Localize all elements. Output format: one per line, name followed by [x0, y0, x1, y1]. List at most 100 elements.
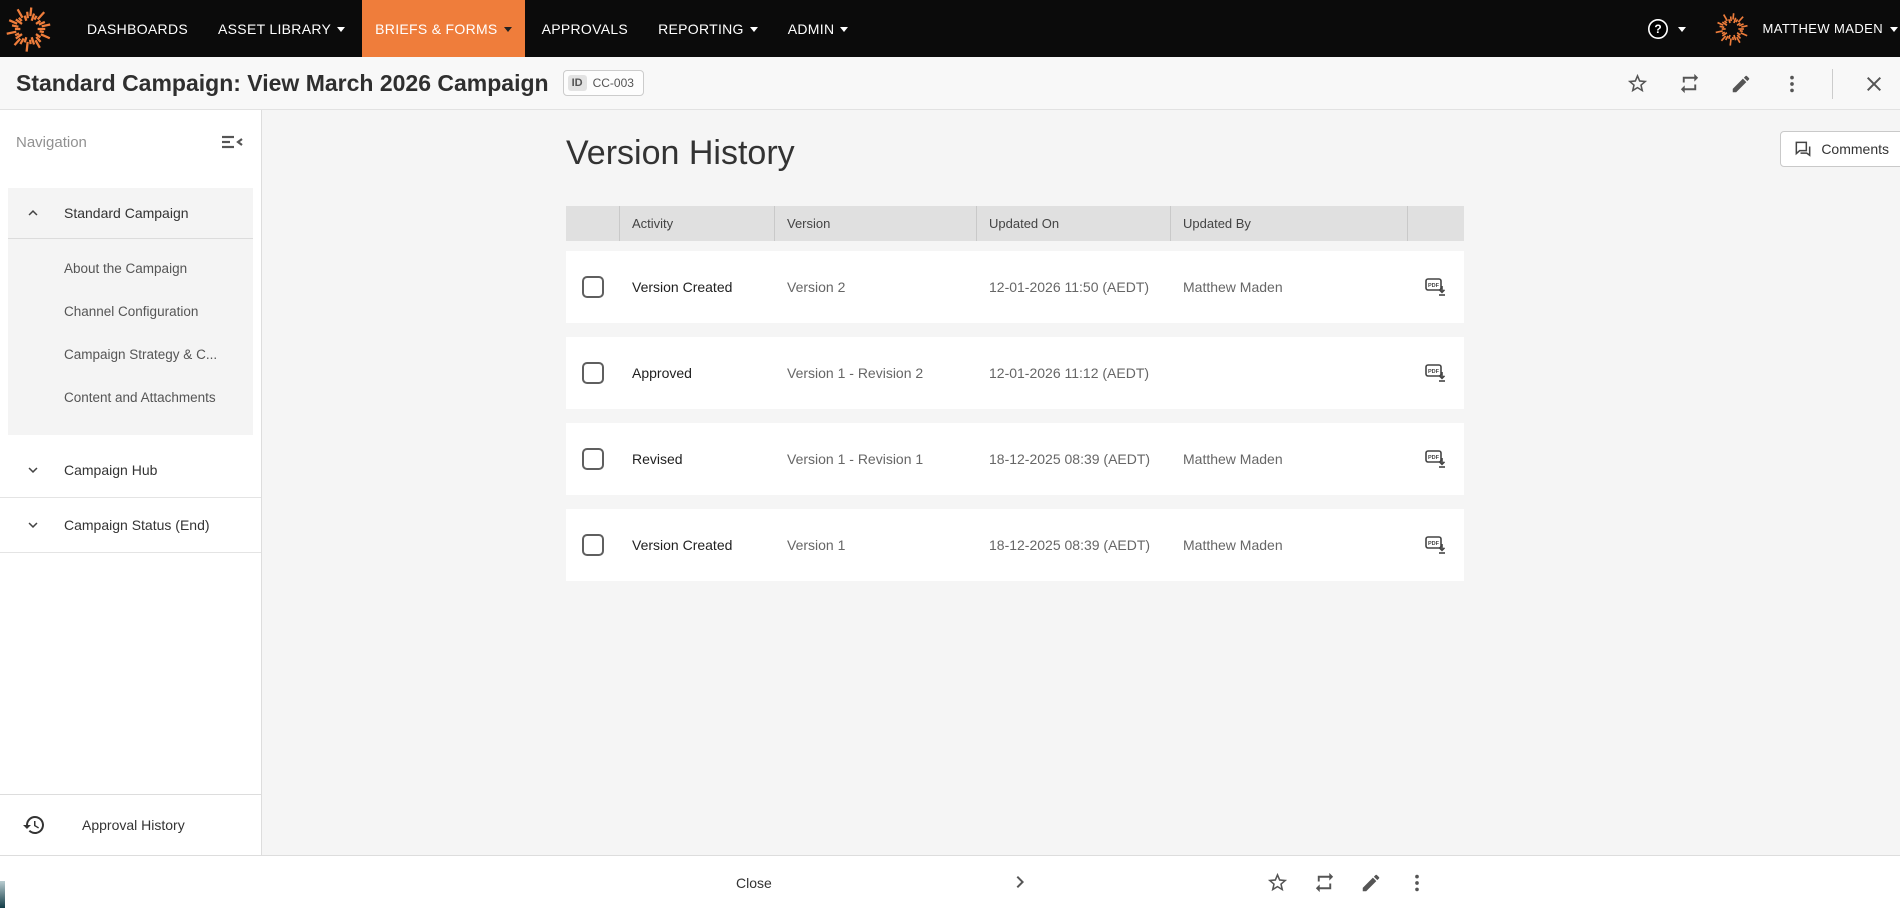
history-clock-icon	[22, 813, 46, 837]
cell-version: Version 1 - Revision 1	[775, 423, 977, 495]
more-actions-button-footer[interactable]	[1406, 872, 1428, 894]
kebab-menu-icon	[1406, 872, 1428, 894]
sidebar-header: Navigation	[0, 118, 261, 166]
chevron-down-icon	[1678, 27, 1686, 32]
download-pdf-button[interactable]: PDF	[1424, 447, 1448, 471]
edit-button-footer[interactable]	[1360, 872, 1382, 894]
sidebar-item-channel-configuration[interactable]: Channel Configuration	[8, 290, 253, 333]
pencil-icon	[1730, 73, 1752, 95]
table-row: Approved Version 1 - Revision 2 12-01-20…	[566, 337, 1464, 409]
repeat-icon	[1678, 72, 1701, 95]
id-chip: ID	[568, 75, 587, 91]
sunburst-logo-icon	[3, 3, 55, 55]
chevron-down-icon	[24, 461, 42, 479]
pdf-download-icon: PDF	[1424, 361, 1448, 385]
star-icon	[1266, 871, 1289, 894]
more-actions-button[interactable]	[1781, 73, 1803, 95]
avatar-sunburst-icon	[1713, 10, 1751, 48]
workflow-button[interactable]	[1678, 72, 1701, 95]
bottom-action-bar: Close	[0, 855, 1900, 908]
close-icon	[1862, 72, 1886, 96]
help-menu[interactable]: ?	[1646, 17, 1686, 41]
workflow-button-footer[interactable]	[1313, 871, 1336, 894]
cell-activity: Revised	[620, 423, 775, 495]
version-history-table: Activity Version Updated On Updated By V…	[566, 206, 1464, 595]
row-checkbox[interactable]	[582, 276, 604, 298]
title-bar-actions	[1626, 57, 1900, 110]
chevron-down-icon	[504, 27, 512, 32]
download-pdf-button[interactable]: PDF	[1424, 533, 1448, 557]
pdf-download-icon: PDF	[1424, 447, 1448, 471]
column-header-activity: Activity	[620, 206, 775, 241]
cell-updated-by: Matthew Maden	[1171, 509, 1408, 581]
version-history-heading: Version History	[566, 134, 795, 173]
svg-text:PDF: PDF	[1428, 369, 1440, 375]
row-checkbox[interactable]	[582, 362, 604, 384]
next-button[interactable]	[1008, 870, 1032, 894]
nav-briefs-forms[interactable]: BRIEFS & FORMS	[362, 0, 524, 57]
cell-activity: Version Created	[620, 251, 775, 323]
table-row: Revised Version 1 - Revision 1 18-12-202…	[566, 423, 1464, 495]
sidebar-title: Navigation	[16, 134, 87, 151]
chevron-down-icon	[840, 27, 848, 32]
chat-widget-edge	[0, 881, 5, 908]
star-icon	[1626, 72, 1649, 95]
cell-updated-on: 18-12-2025 08:39 (AEDT)	[977, 423, 1171, 495]
table-body: Version Created Version 2 12-01-2026 11:…	[566, 251, 1464, 581]
cell-updated-by	[1171, 337, 1408, 409]
cell-updated-on: 18-12-2025 08:39 (AEDT)	[977, 509, 1171, 581]
sidebar-item-content-attachments[interactable]: Content and Attachments	[8, 376, 253, 419]
pdf-download-icon: PDF	[1424, 275, 1448, 299]
brand-logo[interactable]	[0, 0, 58, 57]
standard-campaign-items: About the Campaign Channel Configuration…	[8, 238, 253, 435]
chevron-down-icon	[24, 516, 42, 534]
close-footer-button[interactable]: Close	[724, 856, 784, 908]
repeat-icon	[1313, 871, 1336, 894]
cell-updated-by: Matthew Maden	[1171, 423, 1408, 495]
cell-updated-on: 12-01-2026 11:50 (AEDT)	[977, 251, 1171, 323]
comments-button[interactable]: Comments	[1780, 131, 1900, 167]
edit-button[interactable]	[1730, 73, 1752, 95]
user-menu[interactable]: MATTHEW MADEN	[1762, 21, 1900, 36]
download-pdf-button[interactable]: PDF	[1424, 361, 1448, 385]
approval-history-button[interactable]: Approval History	[0, 794, 261, 855]
svg-text:PDF: PDF	[1428, 283, 1440, 289]
svg-text:PDF: PDF	[1428, 455, 1440, 461]
svg-text:PDF: PDF	[1428, 541, 1440, 547]
close-button[interactable]	[1862, 72, 1886, 96]
cell-version: Version 1	[775, 509, 977, 581]
title-bar: Standard Campaign: View March 2026 Campa…	[0, 57, 1900, 110]
nav-reporting[interactable]: REPORTING	[645, 0, 771, 57]
standard-campaign-header[interactable]: Standard Campaign	[8, 188, 253, 238]
cell-version: Version 2	[775, 251, 977, 323]
svg-text:?: ?	[1655, 22, 1662, 36]
sidebar-item-about-the-campaign[interactable]: About the Campaign	[8, 247, 253, 290]
nav-admin[interactable]: ADMIN	[775, 0, 862, 57]
chevron-right-icon	[1008, 870, 1032, 894]
row-checkbox[interactable]	[582, 534, 604, 556]
cell-activity: Version Created	[620, 509, 775, 581]
divider	[1832, 69, 1833, 99]
sidebar-section-standard-campaign: Standard Campaign About the Campaign Cha…	[8, 188, 253, 435]
help-icon: ?	[1646, 17, 1670, 41]
row-checkbox[interactable]	[582, 448, 604, 470]
comments-icon	[1793, 139, 1813, 159]
sidebar-section-campaign-status-end[interactable]: Campaign Status (End)	[0, 498, 261, 553]
sidebar-item-campaign-strategy[interactable]: Campaign Strategy & C...	[8, 333, 253, 376]
cell-updated-on: 12-01-2026 11:12 (AEDT)	[977, 337, 1171, 409]
nav-dashboards[interactable]: DASHBOARDS	[74, 0, 201, 57]
campaign-id-badge: ID CC-003	[563, 70, 644, 96]
actions-column-header	[1408, 206, 1464, 241]
spacer	[0, 435, 261, 443]
sidebar-section-campaign-hub[interactable]: Campaign Hub	[0, 443, 261, 498]
pdf-download-icon: PDF	[1424, 533, 1448, 557]
download-pdf-button[interactable]: PDF	[1424, 275, 1448, 299]
spacer	[0, 553, 261, 794]
nav-asset-library[interactable]: ASSET LIBRARY	[205, 0, 358, 57]
collapse-sidebar-button[interactable]	[219, 130, 245, 154]
favorite-button-footer[interactable]	[1266, 871, 1289, 894]
navbar-right: ? MATTHEW MADEN	[1646, 0, 1900, 57]
favorite-button[interactable]	[1626, 72, 1649, 95]
user-avatar[interactable]	[1712, 9, 1752, 49]
nav-approvals[interactable]: APPROVALS	[529, 0, 641, 57]
